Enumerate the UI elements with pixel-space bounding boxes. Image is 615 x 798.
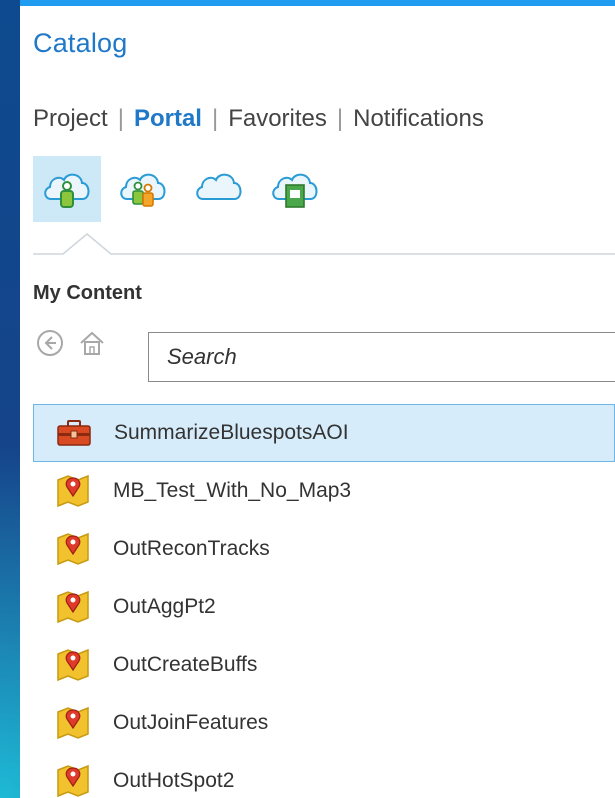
tab-favorites[interactable]: Favorites — [228, 105, 327, 133]
living-atlas-cloud-icon — [272, 173, 318, 208]
all-portal-button[interactable] — [185, 156, 253, 222]
tab-separator: | — [117, 105, 124, 132]
catalog-pane: Catalog Project | Portal | Favorites | N… — [20, 0, 615, 798]
all-portal-cloud-icon — [196, 173, 242, 200]
tab-separator: | — [336, 105, 344, 132]
tab-separator: | — [211, 105, 219, 132]
search-input[interactable] — [165, 343, 615, 371]
my-content-button[interactable] — [33, 156, 101, 222]
list-item-label: OutAggPt2 — [113, 595, 216, 618]
selection-caret-line — [33, 233, 615, 255]
map-package-icon — [57, 590, 89, 624]
list-item-label: OutJoinFeatures — [113, 711, 269, 734]
list-item[interactable]: SummarizeBluespotsAOI — [33, 404, 615, 462]
list-item[interactable]: OutCreateBuffs — [33, 636, 615, 694]
list-item-label: OutHotSpot2 — [113, 769, 235, 792]
map-package-icon — [57, 474, 89, 508]
tab-portal[interactable]: Portal — [134, 105, 202, 133]
map-package-icon — [57, 532, 89, 566]
groups-cloud-icon — [120, 173, 166, 207]
living-atlas-button[interactable] — [261, 156, 329, 222]
tab-project[interactable]: Project — [33, 105, 108, 133]
list-item-label: MB_Test_With_No_Map3 — [113, 479, 352, 502]
content-list: SummarizeBluespotsAOI MB_Test_With_No_Ma… — [33, 404, 615, 798]
back-button[interactable] — [33, 326, 67, 360]
home-icon — [80, 331, 104, 355]
list-item-label: OutReconTracks — [113, 537, 270, 560]
list-item[interactable]: MB_Test_With_No_Map3 — [33, 462, 615, 520]
navigation-row — [33, 326, 117, 360]
back-arrow-icon — [37, 330, 63, 356]
groups-button[interactable] — [109, 156, 177, 222]
list-item[interactable]: OutJoinFeatures — [33, 694, 615, 752]
list-item[interactable]: OutHotSpot2 — [33, 752, 615, 798]
pane-title: Catalog — [33, 28, 128, 58]
list-item[interactable]: OutAggPt2 — [33, 578, 615, 636]
catalog-tabs: Project | Portal | Favorites | Notificat… — [33, 102, 484, 136]
tab-notifications[interactable]: Notifications — [353, 105, 484, 133]
list-item[interactable]: OutReconTracks — [33, 520, 615, 578]
search-box[interactable] — [148, 332, 615, 382]
list-item-label: SummarizeBluespotsAOI — [114, 421, 349, 444]
portal-view-buttons — [33, 156, 329, 222]
my-content-cloud-icon — [44, 173, 90, 208]
home-button[interactable] — [75, 326, 109, 360]
map-package-icon — [57, 764, 89, 798]
map-package-icon — [57, 648, 89, 682]
section-heading: My Content — [33, 282, 142, 304]
toolbox-icon — [57, 420, 91, 446]
map-package-icon — [57, 706, 89, 740]
list-item-label: OutCreateBuffs — [113, 653, 258, 676]
